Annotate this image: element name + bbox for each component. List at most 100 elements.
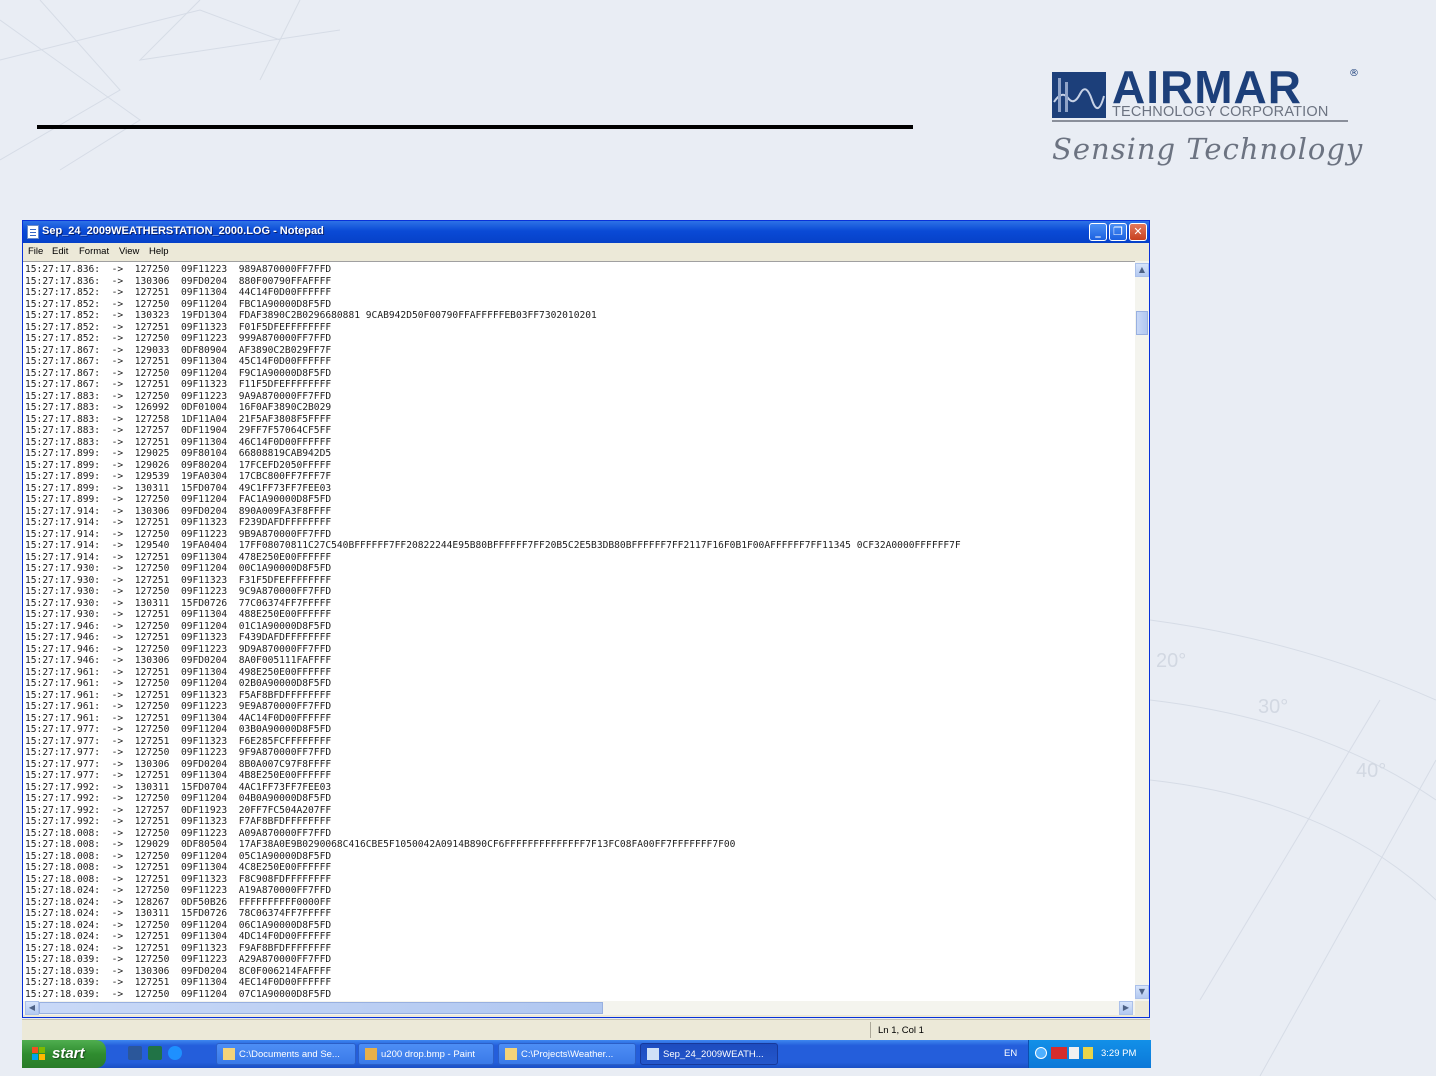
- log-line: 15:27:17.961: -> 127251 09F11304 4AC14F0…: [25, 712, 332, 724]
- folder-icon: [505, 1048, 517, 1060]
- logo-tagline: Sensing Technology: [1052, 132, 1364, 166]
- vertical-scroll-thumb[interactable]: [1136, 311, 1148, 335]
- log-line: 15:27:17.961: -> 127251 09F11323 F5AF8BF…: [25, 689, 332, 701]
- taskbar-task-paint[interactable]: u200 drop.bmp - Paint: [358, 1043, 494, 1065]
- taskbar-task-projects[interactable]: C:\Projects\Weather...: [498, 1043, 636, 1065]
- menu-bar: File Edit Format View Help: [23, 243, 1149, 261]
- log-line: 15:27:18.008: -> 127251 09F11304 4C8E250…: [25, 862, 332, 873]
- menu-help[interactable]: Help: [149, 246, 169, 257]
- taskbar-task-documents[interactable]: C:\Documents and Se...: [216, 1043, 356, 1065]
- text-editor-area[interactable]: 15:27:17.836: -> 127250 09F11223 989A870…: [23, 261, 1135, 1001]
- taskbar-task-notepad[interactable]: Sep_24_2009WEATH...: [640, 1043, 778, 1065]
- log-line: 15:27:17.883: -> 126992 0DF01004 16F0AF3…: [25, 402, 332, 413]
- compass-mark-30: 30°: [1258, 696, 1289, 718]
- log-line: 15:27:17.883: -> 127250 09F11223 9A9A870…: [25, 390, 332, 402]
- ati-icon[interactable]: [1051, 1047, 1067, 1059]
- log-line: 15:27:17.867: -> 127251 09F11304 45C14F0…: [25, 356, 332, 367]
- clock[interactable]: 3:29 PM: [1101, 1048, 1136, 1059]
- system-tray: 3:29 PM: [1028, 1040, 1151, 1068]
- log-line: 15:27:18.008: -> 127250 09F11204 05C1A90…: [25, 850, 332, 862]
- log-line: 15:27:17.883: -> 127251 09F11304 46C14F0…: [25, 436, 332, 448]
- language-indicator[interactable]: EN: [1004, 1048, 1017, 1059]
- internet-explorer-icon[interactable]: [168, 1046, 182, 1060]
- log-line: 15:27:17.899: -> 127250 09F11204 FAC1A90…: [25, 494, 332, 505]
- log-line: 15:27:17.930: -> 127251 09F11323 F31F5DF…: [25, 574, 332, 586]
- log-line: 15:27:17.914: -> 127251 09F11323 F239DAF…: [25, 517, 332, 528]
- log-line: 15:27:17.852: -> 127251 09F11304 44C14F0…: [25, 287, 332, 298]
- log-line: 15:27:18.039: -> 127251 09F11304 4EC14F0…: [25, 977, 332, 988]
- task-label: Sep_24_2009WEATH...: [663, 1049, 764, 1060]
- notepad-icon: [647, 1048, 659, 1060]
- log-line: 15:27:17.852: -> 130323 19FD1304 FDAF389…: [25, 310, 597, 321]
- compass-mark-20: 20°: [1156, 650, 1187, 672]
- log-line: 15:27:17.836: -> 127250 09F11223 989A870…: [25, 264, 332, 275]
- status-bar: Ln 1, Col 1: [22, 1019, 1150, 1040]
- display-icon[interactable]: [1069, 1047, 1079, 1059]
- scroll-right-button[interactable]: ▶: [1119, 1001, 1133, 1015]
- log-line: 15:27:17.946: -> 127251 09F11323 F439DAF…: [25, 632, 332, 643]
- log-line: 15:27:18.039: -> 127250 09F11204 07C1A90…: [25, 988, 332, 1000]
- log-line: 15:27:18.024: -> 127250 09F11204 06C1A90…: [25, 919, 332, 931]
- scroll-up-button[interactable]: ▲: [1135, 263, 1149, 277]
- logo-divider: [1052, 120, 1348, 122]
- log-line: 15:27:17.914: -> 127251 09F11304 478E250…: [25, 551, 332, 563]
- scroll-left-button[interactable]: ◀: [25, 1001, 39, 1015]
- taskbar: start C:\Documents and Se... u200 drop.b…: [22, 1040, 1151, 1068]
- scroll-down-button[interactable]: ▼: [1135, 985, 1149, 999]
- log-line: 15:27:18.008: -> 129029 0DF80504 17AF38A…: [25, 839, 736, 850]
- notepad-icon: [27, 225, 39, 239]
- log-line: 15:27:17.867: -> 127251 09F11323 F11F5DF…: [25, 379, 332, 390]
- log-line: 15:27:17.883: -> 127258 1DF11A04 21F5AF3…: [25, 413, 332, 425]
- network-icon[interactable]: [1035, 1047, 1047, 1059]
- task-label: C:\Documents and Se...: [239, 1049, 340, 1060]
- word-icon[interactable]: [128, 1046, 142, 1060]
- menu-file[interactable]: File: [28, 246, 43, 257]
- log-line: 15:27:17.914: -> 129540 19FA0404 17FF080…: [25, 540, 961, 551]
- start-label: start: [52, 1045, 85, 1062]
- horizontal-scroll-thumb[interactable]: [39, 1002, 603, 1014]
- close-button[interactable]: ✕: [1129, 223, 1147, 241]
- log-line: 15:27:17.992: -> 130311 15FD0704 4AC1FF7…: [25, 781, 332, 793]
- log-line: 15:27:17.946: -> 130306 09FD0204 8A0F005…: [25, 655, 332, 666]
- menu-view[interactable]: View: [119, 246, 139, 257]
- log-line: 15:27:17.992: -> 127251 09F11323 F7AF8BF…: [25, 816, 332, 827]
- airmar-wave-logo-icon: [1052, 72, 1106, 118]
- log-line: 15:27:17.867: -> 129033 0DF80904 AF3890C…: [25, 344, 332, 356]
- notepad-window: Sep_24_2009WEATHERSTATION_2000.LOG - Not…: [22, 220, 1150, 1018]
- log-line: 15:27:17.961: -> 127250 09F11204 02B0A90…: [25, 678, 332, 689]
- window-titlebar[interactable]: Sep_24_2009WEATHERSTATION_2000.LOG - Not…: [23, 221, 1149, 243]
- status-divider: [870, 1022, 871, 1038]
- start-button[interactable]: start: [22, 1040, 106, 1068]
- menu-edit[interactable]: Edit: [52, 246, 68, 257]
- log-line: 15:27:17.899: -> 129026 09F80204 17FCEFD…: [25, 459, 332, 471]
- log-line: 15:27:17.977: -> 127250 09F11204 03B0A90…: [25, 724, 332, 735]
- task-label: u200 drop.bmp - Paint: [381, 1049, 476, 1060]
- log-line: 15:27:18.024: -> 130311 15FD0726 78C0637…: [25, 908, 332, 919]
- log-line: 15:27:17.930: -> 130311 15FD0726 77C0637…: [25, 597, 332, 609]
- window-title: Sep_24_2009WEATHERSTATION_2000.LOG - Not…: [42, 225, 324, 237]
- log-line: 15:27:17.852: -> 127250 09F11204 FBC1A90…: [25, 298, 332, 310]
- log-line: 15:27:17.977: -> 127250 09F11223 9F9A870…: [25, 747, 332, 758]
- excel-icon[interactable]: [148, 1046, 162, 1060]
- log-line: 15:27:17.930: -> 127251 09F11304 488E250…: [25, 609, 332, 620]
- log-line: 15:27:17.977: -> 127251 09F11323 F6E285F…: [25, 735, 332, 747]
- logo-registered-mark: ®: [1349, 68, 1359, 79]
- vertical-scrollbar[interactable]: ▲ ▼: [1135, 261, 1149, 1001]
- cursor-position: Ln 1, Col 1: [878, 1025, 924, 1036]
- minimize-button[interactable]: _: [1089, 223, 1107, 241]
- log-line: 15:27:17.852: -> 127250 09F11223 999A870…: [25, 333, 332, 344]
- log-line: 15:27:17.899: -> 129025 09F80104 6680881…: [25, 448, 332, 459]
- header-rule: [37, 125, 913, 129]
- windows-logo-icon: [32, 1047, 45, 1060]
- menu-format[interactable]: Format: [79, 246, 109, 257]
- security-icon[interactable]: [1083, 1047, 1093, 1059]
- paint-icon: [365, 1048, 377, 1060]
- log-line: 15:27:18.024: -> 128267 0DF50B26 FFFFFFF…: [25, 896, 332, 908]
- log-line: 15:27:17.899: -> 130311 15FD0704 49C1FF7…: [25, 482, 332, 494]
- maximize-button[interactable]: ❐: [1109, 223, 1127, 241]
- compass-mark-40: 40°: [1356, 760, 1387, 782]
- horizontal-scrollbar[interactable]: ◀ ▶: [23, 1001, 1135, 1015]
- folder-icon: [223, 1048, 235, 1060]
- log-line: 15:27:17.852: -> 127251 09F11323 F01F5DF…: [25, 321, 332, 333]
- log-line: 15:27:18.039: -> 130306 09FD0204 8C0F006…: [25, 965, 332, 977]
